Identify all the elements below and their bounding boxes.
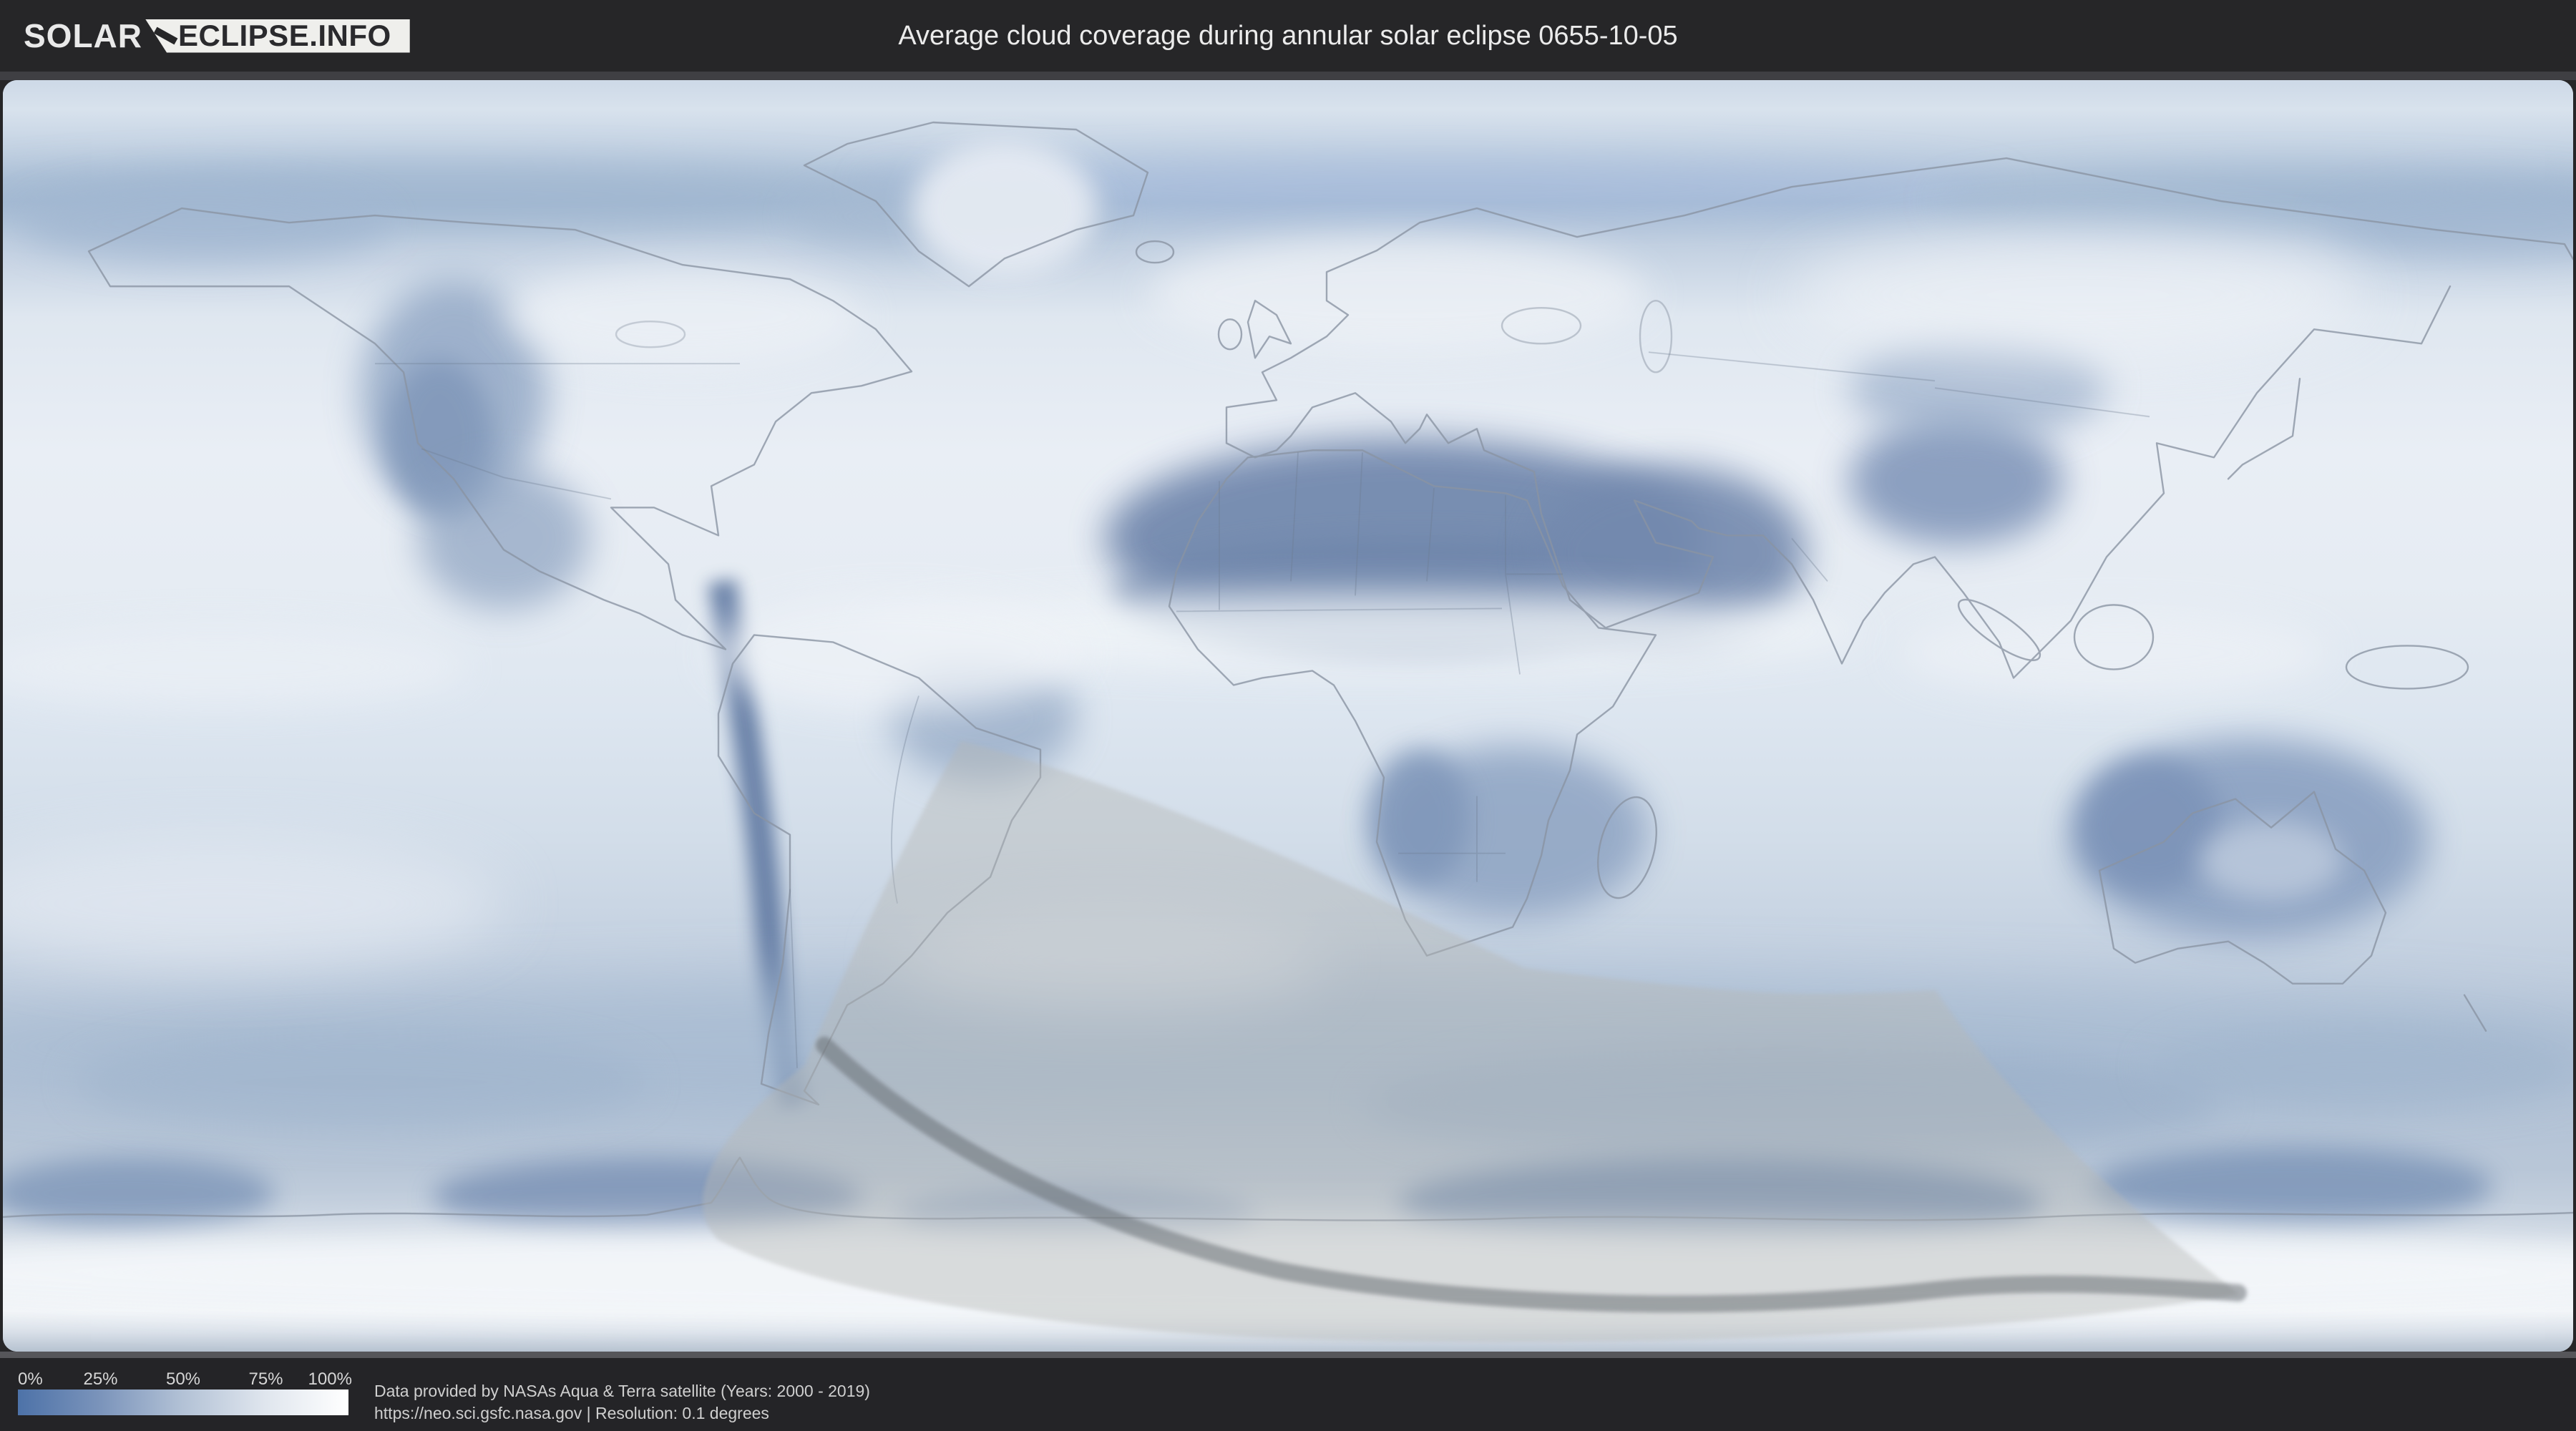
header-bar: SOLAR ECLIPSE.INFO Average cloud coverag… [0,0,2576,72]
map-frame-top [0,72,2576,80]
page: SOLAR ECLIPSE.INFO Average cloud coverag… [0,0,2576,1431]
legend-tick-100: 100% [308,1369,352,1389]
footer-bar: 0% 25% 50% 75% 100% Data provided by NAS… [0,1358,2576,1431]
legend-tick-0: 0% [18,1369,43,1389]
page-title: Average cloud coverage during annular so… [898,20,1678,51]
attribution-line-2: https://neo.sci.gsfc.nasa.gov | Resoluti… [374,1404,769,1422]
map-section [0,72,2576,1358]
map-frame-bottom [0,1352,2576,1358]
legend-tick-75: 75% [248,1369,283,1389]
cloud-coverage-legend-gradient [18,1390,348,1415]
cloud-coverage-map [3,80,2573,1352]
legend-tick-labels: 0% 25% 50% 75% 100% [18,1369,352,1389]
world-map-svg [3,80,2573,1352]
legend-tick-25: 25% [83,1369,118,1389]
legend-tick-50: 50% [165,1369,201,1389]
data-attribution: Data provided by NASAs Aqua & Terra sate… [374,1380,870,1425]
attribution-line-1: Data provided by NASAs Aqua & Terra sate… [374,1382,870,1400]
